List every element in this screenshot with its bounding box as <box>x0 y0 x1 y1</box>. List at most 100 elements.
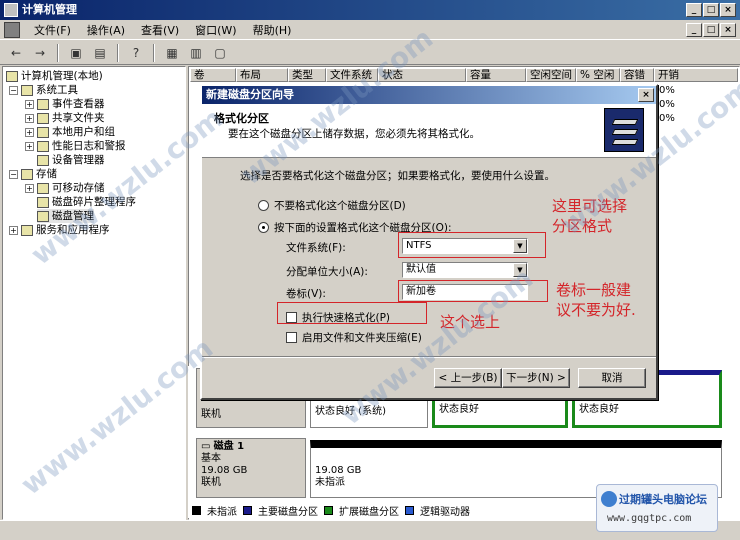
close-button[interactable]: × <box>720 3 736 17</box>
expand-icon[interactable]: + <box>9 225 18 235</box>
forum-logo-icon <box>601 491 617 507</box>
toolbar: ← → ▣ ▤ ? ▦ ▥ ▢ <box>0 41 740 65</box>
back-button[interactable]: < 上一步(B) <box>434 368 502 388</box>
window-title: 计算机管理 <box>22 3 77 16</box>
cancel-button[interactable]: 取消 <box>578 368 646 388</box>
compression-label: 启用文件和文件夹压缩(E) <box>302 332 422 344</box>
tree-item-perf-logs[interactable]: + 性能日志和警报 <box>25 139 126 153</box>
radio-no-format[interactable]: 不要格式化这个磁盘分区(D) <box>258 198 406 213</box>
child-close-button[interactable]: × <box>720 23 736 37</box>
disk-1-type: 基本 <box>201 453 221 464</box>
performance-icon <box>37 140 49 152</box>
expand-icon[interactable]: + <box>25 183 34 193</box>
dialog-close-button[interactable]: × <box>638 88 654 102</box>
dialog-header: 格式化分区 要在这个磁盘分区上储存数据，您必须先将其格式化。 <box>202 104 656 158</box>
maximize-button[interactable]: □ <box>703 3 719 17</box>
radio-no-format-button[interactable] <box>258 200 269 211</box>
tree-item-label: 事件查看器 <box>52 98 105 110</box>
refresh-icon[interactable]: ▢ <box>210 44 230 62</box>
minimize-button[interactable]: _ <box>686 3 702 17</box>
tree-item-defrag[interactable]: 磁盘碎片整理程序 <box>37 195 136 209</box>
expand-icon[interactable]: + <box>25 127 34 137</box>
volume-label-label: 卷标(V): <box>286 288 326 300</box>
column-header-volume[interactable]: 卷 <box>190 68 236 82</box>
toolbar-separator <box>153 43 155 62</box>
column-header-percent-free[interactable]: % 空闲 <box>576 68 620 82</box>
quick-format-annotation: 这个选上 <box>440 313 501 331</box>
dialog-title-bar: 新建磁盘分区向导 <box>202 86 656 104</box>
folder-icon <box>37 112 49 124</box>
chevron-down-icon[interactable]: ▼ <box>513 263 527 277</box>
allocation-unit-select[interactable]: 默认值 ▼ <box>402 262 528 278</box>
disk-0-status: 联机 <box>201 409 221 420</box>
tree-item-local-users[interactable]: + 本地用户和组 <box>25 125 115 139</box>
forward-arrow-icon[interactable]: → <box>30 44 50 62</box>
filesystem-annotation: 这里可选择分区格式 <box>552 197 628 235</box>
menu-window[interactable]: 窗口(W) <box>187 22 244 38</box>
device-manager-icon <box>37 154 49 166</box>
tree-item-storage[interactable]: − 存储 <box>9 167 57 181</box>
format-prompt: 选择是否要格式化这个磁盘分区；如果要格式化，要使用什么设置。 <box>240 170 555 182</box>
disk-1-name: 磁盘 1 <box>213 441 245 452</box>
system-menu-icon[interactable] <box>4 21 20 38</box>
tree-item-removable-storage[interactable]: + 可移动存储 <box>25 181 105 195</box>
radio-format-button[interactable] <box>258 222 269 233</box>
forum-logo: 过期罐头电脑论坛 www.gqgtpc.com <box>596 484 718 532</box>
column-header-overhead[interactable]: 开销 <box>654 68 738 82</box>
next-button[interactable]: 下一步(N) > <box>502 368 570 388</box>
collapse-icon[interactable]: − <box>9 85 18 95</box>
tree-item-label: 磁盘管理 <box>52 210 94 222</box>
menu-file[interactable]: 文件(F) <box>26 22 79 38</box>
tree-item-label: 共享文件夹 <box>52 112 105 124</box>
column-header-capacity[interactable]: 容量 <box>466 68 526 82</box>
view-icon[interactable]: ▥ <box>186 44 206 62</box>
console-tree: 计算机管理(本地) − 系统工具 + 事件查看器 + 共享文件夹 + 本地用户和… <box>2 66 186 520</box>
child-restore-button[interactable]: □ <box>703 23 719 37</box>
tree-item-device-manager[interactable]: 设备管理器 <box>37 153 105 167</box>
column-header-fault-tolerance[interactable]: 容错 <box>620 68 654 82</box>
expand-icon[interactable]: + <box>25 99 34 109</box>
menu-action[interactable]: 操作(A) <box>79 22 133 38</box>
show-tree-icon[interactable]: ▤ <box>90 44 110 62</box>
volume-status: 状态良好 (系统) <box>315 406 386 417</box>
properties-icon[interactable]: ▦ <box>162 44 182 62</box>
tree-item-label: 设备管理器 <box>52 154 105 166</box>
menu-view[interactable]: 查看(V) <box>133 22 187 38</box>
tree-item-event-viewer[interactable]: + 事件查看器 <box>25 97 105 111</box>
allocation-unit-value: 默认值 <box>406 264 436 275</box>
tree-item-label: 存储 <box>36 168 57 180</box>
tree-item-disk-management[interactable]: 磁盘管理 <box>37 209 94 223</box>
disk-1-label[interactable]: ▭ 磁盘 1 基本 19.08 GB 联机 <box>196 438 306 498</box>
column-header-type[interactable]: 类型 <box>288 68 326 82</box>
collapse-icon[interactable]: − <box>9 169 18 179</box>
dialog-subheading: 要在这个磁盘分区上储存数据，您必须先将其格式化。 <box>228 128 480 140</box>
volume-status: 状态良好 <box>579 404 619 415</box>
tools-icon <box>21 84 33 96</box>
compression-checkbox[interactable]: 启用文件和文件夹压缩(E) <box>286 330 422 345</box>
up-folder-icon[interactable]: ▣ <box>66 44 86 62</box>
tree-item-shared-folders[interactable]: + 共享文件夹 <box>25 111 105 125</box>
help-icon[interactable]: ? <box>126 44 146 62</box>
services-icon <box>21 224 33 236</box>
compression-box[interactable] <box>286 332 297 343</box>
back-arrow-icon[interactable]: ← <box>6 44 26 62</box>
event-viewer-icon <box>37 98 49 110</box>
tree-item-label: 可移动存储 <box>52 182 105 194</box>
column-header-free-space[interactable]: 空闲空间 <box>526 68 576 82</box>
expand-icon[interactable]: + <box>25 113 34 123</box>
column-header-filesystem[interactable]: 文件系统 <box>326 68 378 82</box>
storage-icon <box>21 168 33 180</box>
disk-stack-icon <box>604 108 644 152</box>
column-header-status[interactable]: 状态 <box>378 68 466 82</box>
legend-primary-swatch <box>243 505 252 515</box>
tree-item-services-apps[interactable]: + 服务和应用程序 <box>9 223 110 237</box>
users-icon <box>37 126 49 138</box>
child-minimize-button[interactable]: _ <box>686 23 702 37</box>
column-header-layout[interactable]: 布局 <box>236 68 288 82</box>
expand-icon[interactable]: + <box>25 141 34 151</box>
tree-item-system-tools[interactable]: − 系统工具 <box>9 83 78 97</box>
allocation-unit-label: 分配单位大小(A): <box>286 266 368 278</box>
menu-help[interactable]: 帮助(H) <box>245 22 300 38</box>
tree-root[interactable]: 计算机管理(本地) <box>6 69 103 83</box>
computer-icon <box>6 70 18 82</box>
